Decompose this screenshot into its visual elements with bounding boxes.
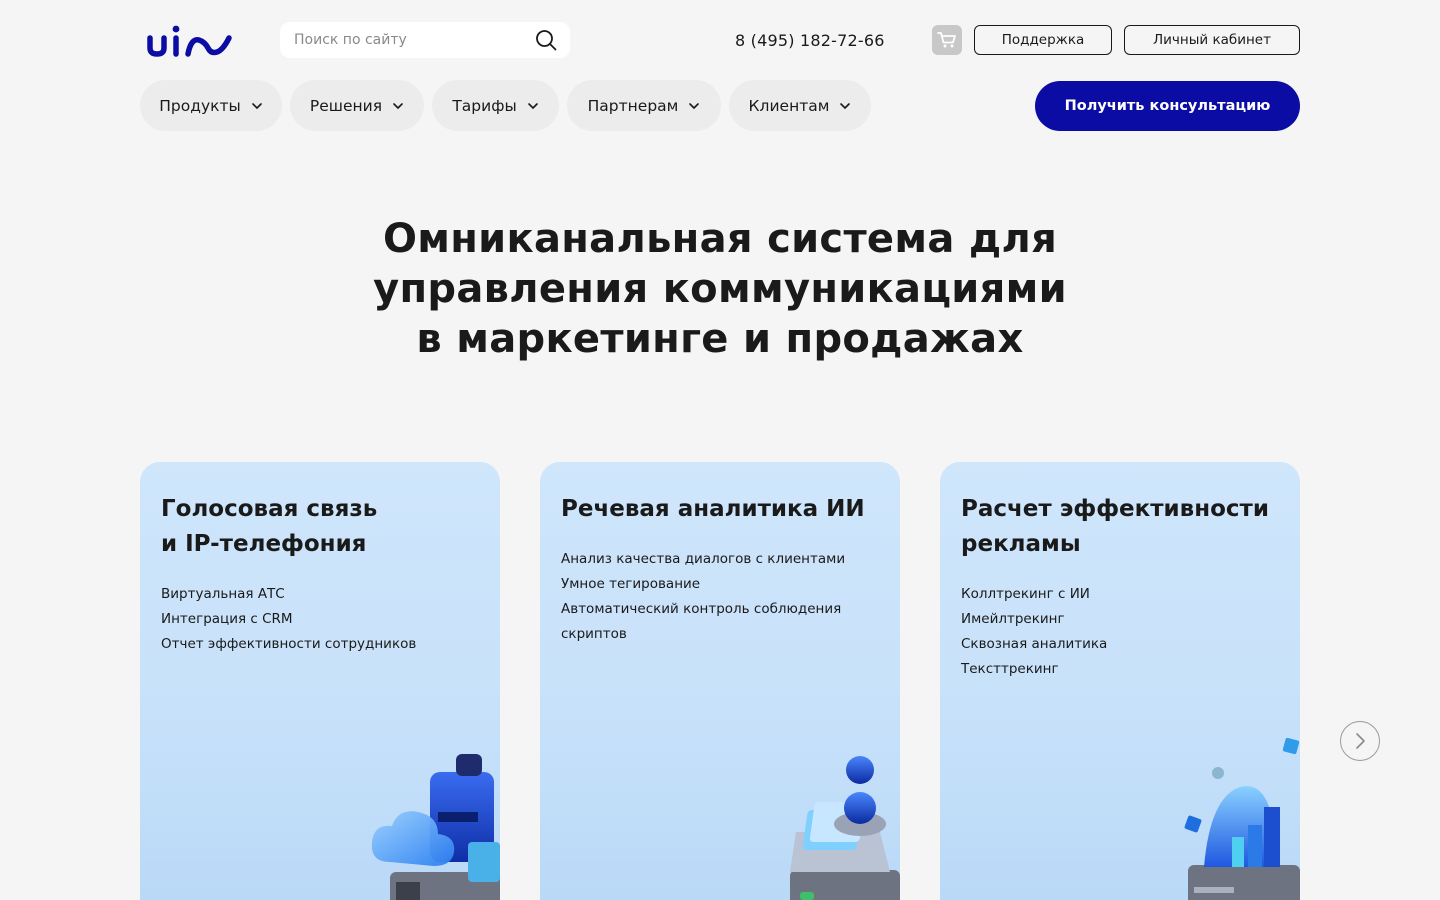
nav-item-label: Тарифы — [452, 96, 517, 115]
card-feature-link[interactable]: Коллтрекинг с ИИ — [961, 582, 1107, 607]
chevron-down-icon — [840, 102, 851, 109]
hero-title-line: в маркетинге и продажах — [416, 316, 1024, 362]
main-nav: Продукты Решения Тарифы Партнерам Клиент… — [140, 80, 871, 131]
card-title-line: и IP-телефония — [161, 531, 367, 557]
card-feature-list: Коллтрекинг с ИИ Имейлтрекинг Сквозная а… — [961, 582, 1107, 682]
nav-item-clients[interactable]: Клиентам — [729, 80, 871, 131]
card-title-line: рекламы — [961, 531, 1081, 557]
product-card-ad-efficiency[interactable]: Расчет эффективности рекламы Коллтрекинг… — [940, 462, 1300, 900]
nav-item-tariffs[interactable]: Тарифы — [432, 80, 559, 131]
search-icon[interactable] — [534, 28, 558, 52]
search-box[interactable] — [280, 22, 570, 58]
card-feature-list: Виртуальная АТС Интеграция с CRM Отчет э… — [161, 582, 416, 657]
card-feature-link[interactable]: Имейлтрекинг — [961, 607, 1107, 632]
card-feature-link[interactable]: Анализ качества диалогов с клиентами — [561, 547, 881, 572]
phone-number[interactable]: 8 (495) 182-72-66 — [735, 31, 885, 50]
cloud-server-illustration-icon — [371, 754, 500, 900]
card-title-line: Голосовая связь — [161, 496, 378, 522]
logo[interactable] — [147, 24, 233, 58]
card-title: Расчет эффективности рекламы — [961, 492, 1291, 562]
carousel-next-button[interactable] — [1340, 721, 1380, 761]
card-title-line: Расчет эффективности — [961, 496, 1269, 522]
nav-item-partners[interactable]: Партнерам — [567, 80, 721, 131]
nav-item-solutions[interactable]: Решения — [290, 80, 424, 131]
nav-item-label: Клиентам — [748, 96, 830, 115]
chevron-down-icon — [527, 102, 538, 109]
cart-icon — [937, 32, 956, 48]
card-feature-link[interactable]: Сквозная аналитика — [961, 632, 1107, 657]
card-feature-link[interactable]: Тексттрекинг — [961, 657, 1107, 682]
card-feature-link[interactable]: Автоматический контроль соблюдения скрип… — [561, 597, 881, 647]
card-title: Речевая аналитика ИИ — [561, 492, 891, 527]
chevron-right-icon — [1356, 733, 1365, 749]
search-input[interactable] — [294, 32, 534, 48]
hero-title-line: управления коммуникациями — [373, 266, 1067, 312]
analytics-chart-illustration-icon — [1184, 737, 1300, 900]
card-feature-link[interactable]: Виртуальная АТС — [161, 582, 416, 607]
card-feature-list: Анализ качества диалогов с клиентами Умн… — [561, 547, 881, 647]
uis-logo-icon — [147, 25, 232, 57]
personal-cabinet-button[interactable]: Личный кабинет — [1124, 25, 1300, 55]
card-feature-link[interactable]: Умное тегирование — [561, 572, 881, 597]
product-card-voice[interactable]: Голосовая связь и IP-телефония Виртуальн… — [140, 462, 500, 900]
hero-title-line: Омниканальная система для — [382, 216, 1058, 262]
chevron-down-icon — [251, 102, 262, 109]
nav-item-label: Продукты — [159, 96, 241, 115]
support-button[interactable]: Поддержка — [974, 25, 1112, 55]
nav-item-label: Партнерам — [587, 96, 679, 115]
product-card-speech-analytics[interactable]: Речевая аналитика ИИ Анализ качества диа… — [540, 462, 900, 900]
nav-item-products[interactable]: Продукты — [140, 80, 282, 131]
card-title-line: Речевая аналитика ИИ — [561, 496, 865, 522]
chevron-down-icon — [689, 102, 700, 109]
card-feature-link[interactable]: Отчет эффективности сотрудников — [161, 632, 416, 657]
get-consultation-button[interactable]: Получить консультацию — [1035, 81, 1300, 131]
ai-assistant-illustration-icon — [790, 756, 900, 900]
card-feature-link[interactable]: Интеграция с CRM — [161, 607, 416, 632]
cart-button[interactable] — [932, 25, 962, 55]
card-title: Голосовая связь и IP-телефония — [161, 492, 491, 562]
nav-item-label: Решения — [309, 96, 383, 115]
chevron-down-icon — [393, 102, 403, 109]
hero-title: Омниканальная система для управления ком… — [260, 214, 1180, 364]
